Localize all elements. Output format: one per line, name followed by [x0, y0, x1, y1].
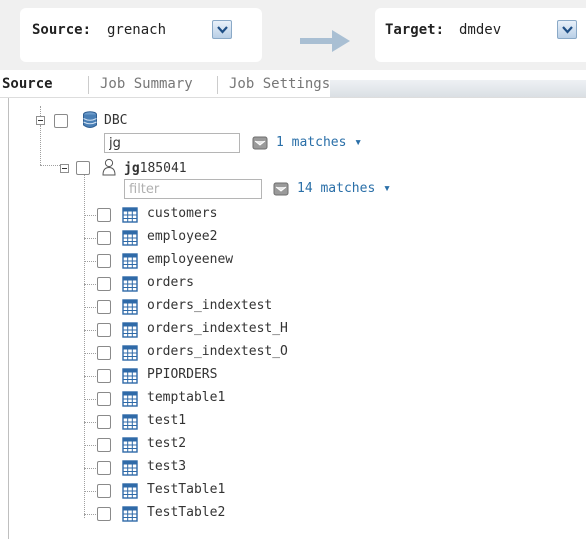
table-checkbox[interactable]	[97, 438, 111, 452]
table-label[interactable]: PPIORDERS	[147, 367, 217, 382]
right-arrow-icon	[300, 30, 350, 52]
source-label: Source:	[32, 22, 92, 38]
table-icon	[122, 506, 138, 522]
table-label[interactable]: TestTable2	[147, 505, 225, 520]
user-icon	[102, 158, 116, 176]
tab-underline	[0, 97, 586, 98]
table-checkbox[interactable]	[97, 300, 111, 314]
table-label[interactable]: TestTable1	[147, 482, 225, 497]
panel-left-border	[8, 98, 9, 539]
tab-separator	[217, 76, 218, 94]
table-label[interactable]: customers	[147, 206, 217, 221]
collapse-toggle-dbc[interactable]	[36, 116, 45, 125]
tree-connector	[84, 330, 96, 331]
checkbox-user[interactable]	[76, 161, 90, 175]
tree-connector	[84, 422, 96, 423]
user-filter-input[interactable]	[124, 179, 262, 199]
table-checkbox[interactable]	[97, 277, 111, 291]
table-checkbox[interactable]	[97, 323, 111, 337]
table-checkbox[interactable]	[97, 346, 111, 360]
tab-source[interactable]: Source	[2, 76, 53, 92]
user-matches-text: 14 matches	[297, 181, 376, 196]
user-matches-dropdown[interactable]: 14 matches ▾	[297, 181, 391, 196]
tree-connector	[40, 125, 41, 165]
table-icon	[122, 437, 138, 453]
dbc-filter-input[interactable]	[104, 133, 240, 153]
table-checkbox[interactable]	[97, 415, 111, 429]
table-icon	[122, 391, 138, 407]
table-checkbox[interactable]	[97, 507, 111, 521]
user-label-rest: 185041	[139, 161, 187, 176]
tab-bar: Source Job Summary Job Settings	[0, 70, 586, 98]
tree-connector	[84, 261, 96, 262]
table-icon	[122, 368, 138, 384]
table-checkbox[interactable]	[97, 484, 111, 498]
tab-separator	[88, 76, 89, 94]
table-label[interactable]: employeenew	[147, 252, 233, 267]
chevron-down-icon	[217, 26, 228, 34]
filter-results-icon[interactable]	[273, 181, 289, 197]
checkbox-dbc[interactable]	[54, 114, 68, 128]
tree-connector	[84, 376, 96, 377]
table-checkbox[interactable]	[97, 231, 111, 245]
tree-connector	[84, 514, 96, 515]
table-checkbox[interactable]	[97, 208, 111, 222]
tree-connector	[84, 284, 96, 285]
tab-job-settings[interactable]: Job Settings	[229, 76, 330, 92]
tree-connector	[84, 238, 96, 239]
table-checkbox[interactable]	[97, 369, 111, 383]
source-dropdown-button[interactable]	[212, 20, 232, 39]
table-checkbox[interactable]	[97, 254, 111, 268]
dbc-matches-text: 1 matches	[276, 135, 347, 150]
tab-job-summary[interactable]: Job Summary	[100, 76, 193, 92]
table-label[interactable]: test2	[147, 436, 186, 451]
table-icon	[122, 207, 138, 223]
table-label[interactable]: orders_indextest_H	[147, 321, 288, 336]
table-label[interactable]: orders_indextest	[147, 298, 272, 313]
chevron-down-icon	[562, 26, 573, 34]
tab-bar-fill	[330, 80, 586, 98]
target-value: dmdev	[459, 22, 502, 38]
table-icon	[122, 414, 138, 430]
tree-connector	[84, 445, 96, 446]
tree-connector	[84, 215, 96, 216]
source-selector[interactable]: Source: grenach	[20, 8, 262, 62]
node-label-dbc[interactable]: DBC	[104, 113, 127, 128]
table-label[interactable]: orders	[147, 275, 194, 290]
tree-connector	[84, 172, 85, 518]
table-checkbox[interactable]	[97, 461, 111, 475]
table-label[interactable]: test1	[147, 413, 186, 428]
table-icon	[122, 460, 138, 476]
source-value: grenach	[107, 22, 167, 38]
tree-connector	[84, 468, 96, 469]
tree-connector	[40, 165, 60, 166]
table-label[interactable]: test3	[147, 459, 186, 474]
filter-results-icon[interactable]	[252, 135, 268, 151]
table-icon	[122, 345, 138, 361]
table-icon	[122, 230, 138, 246]
header: Source: grenach Target: dmdev	[0, 0, 586, 70]
tree-connector	[84, 491, 96, 492]
target-selector[interactable]: Target: dmdev	[375, 8, 586, 62]
table-icon	[122, 322, 138, 338]
table-icon	[122, 253, 138, 269]
user-label-match: jg	[124, 161, 140, 176]
table-icon	[122, 276, 138, 292]
tree-connector	[84, 307, 96, 308]
table-label[interactable]: temptable1	[147, 390, 225, 405]
dbc-matches-dropdown[interactable]: 1 matches ▾	[276, 135, 362, 150]
target-label: Target:	[385, 22, 445, 38]
database-icon	[83, 111, 97, 128]
tree-connector	[84, 353, 96, 354]
table-icon	[122, 483, 138, 499]
table-icon	[122, 299, 138, 315]
collapse-toggle-user[interactable]	[60, 164, 69, 173]
table-checkbox[interactable]	[97, 392, 111, 406]
table-label[interactable]: orders_indextest_O	[147, 344, 288, 359]
target-dropdown-button[interactable]	[557, 20, 577, 39]
table-label[interactable]: employee2	[147, 229, 217, 244]
node-label-user[interactable]: jg185041	[124, 161, 187, 176]
tree-connector	[84, 399, 96, 400]
